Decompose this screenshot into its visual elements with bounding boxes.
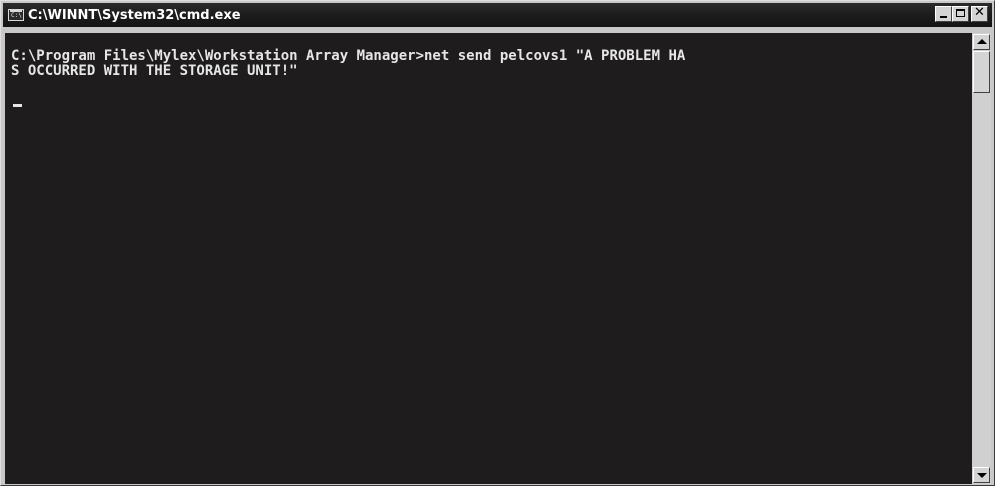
maximize-icon [956, 9, 965, 17]
title-bar[interactable]: C:\ C:\WINNT\System32\cmd.exe ✕ [3, 3, 992, 27]
console-output[interactable]: C:\Program Files\Mylex\Workstation Array… [5, 33, 972, 484]
vertical-scrollbar[interactable] [972, 33, 991, 484]
console-line: S OCCURRED WITH THE STORAGE UNIT!" [11, 63, 298, 79]
text-cursor [13, 104, 22, 107]
minimize-button[interactable] [935, 6, 952, 22]
scroll-up-button[interactable] [973, 34, 990, 50]
maximize-button[interactable] [952, 6, 969, 22]
cmd-icon[interactable]: C:\ [8, 9, 24, 21]
minimize-icon [940, 16, 947, 18]
scroll-thumb[interactable] [973, 51, 990, 93]
cmd-icon-label: C:\ [11, 12, 22, 19]
window-title: C:\WINNT\System32\cmd.exe [28, 7, 241, 23]
close-icon: ✕ [974, 5, 985, 20]
console-text: C:\Program Files\Mylex\Workstation Array… [11, 49, 685, 79]
caption-buttons: ✕ [935, 6, 988, 22]
scroll-up-arrow-icon [977, 39, 987, 44]
cmd-window: C:\ C:\WINNT\System32\cmd.exe ✕ C:\Progr… [0, 0, 995, 486]
close-button[interactable]: ✕ [971, 6, 988, 22]
scroll-down-button[interactable] [973, 467, 990, 483]
scroll-down-arrow-icon [977, 473, 987, 478]
console-line: C:\Program Files\Mylex\Workstation Array… [11, 48, 686, 64]
